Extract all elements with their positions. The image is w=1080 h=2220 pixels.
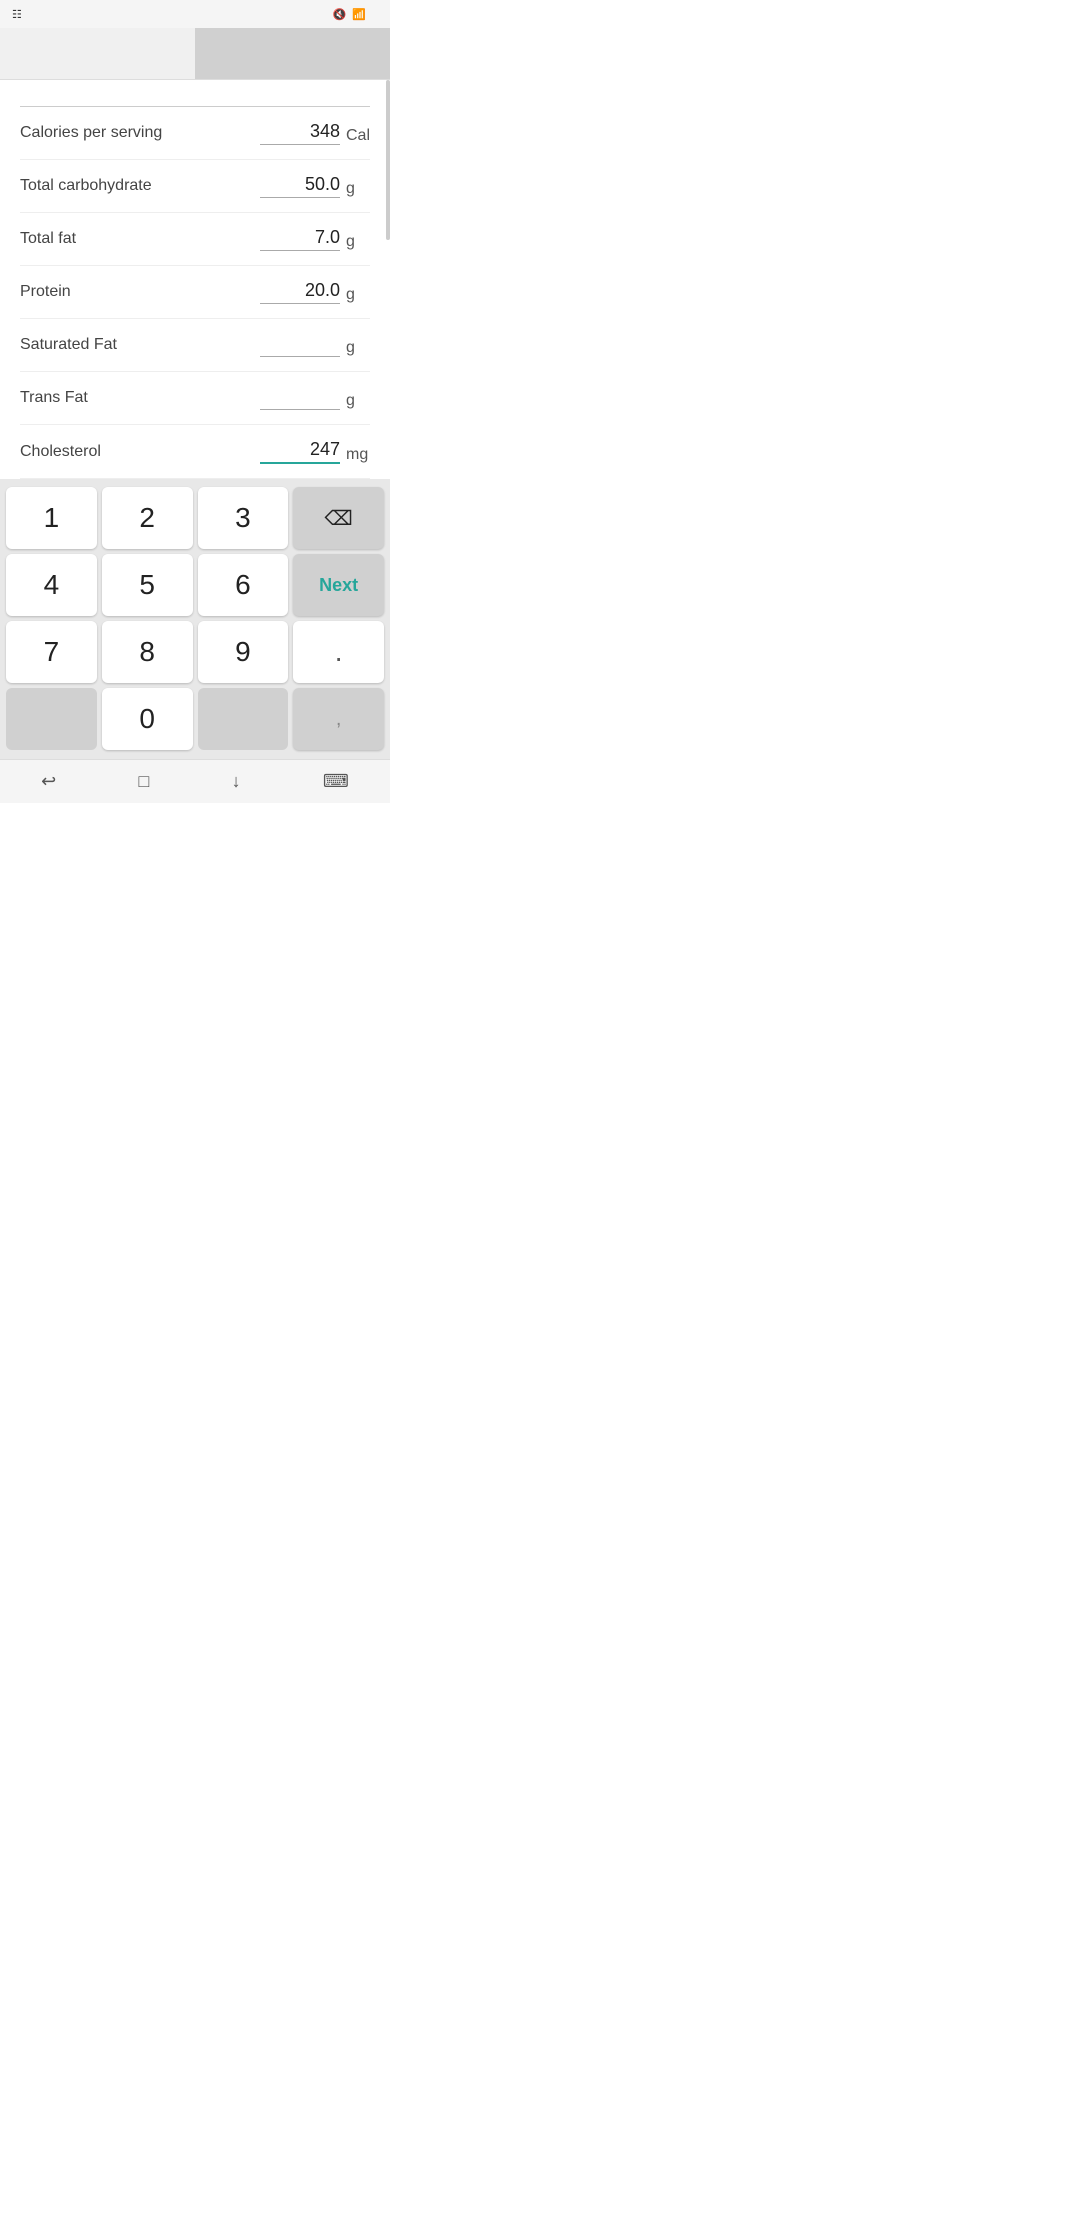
nutrition-unit: g	[346, 233, 370, 251]
key-button[interactable]: 6	[198, 554, 289, 616]
key-button[interactable]: ⌫	[293, 487, 384, 549]
nutrition-input-group: g	[260, 333, 370, 357]
nutrition-unit: g	[346, 286, 370, 304]
key-button[interactable]: 1	[6, 487, 97, 549]
key-button[interactable]: Next	[293, 554, 384, 616]
nav-keyboard-icon[interactable]: ⌨	[323, 771, 349, 792]
nutrition-input-group: g	[260, 280, 370, 304]
nutrition-unit: g	[346, 180, 370, 198]
key-button[interactable]: 4	[6, 554, 97, 616]
save-button[interactable]	[195, 28, 390, 79]
nutrition-input[interactable]	[260, 333, 340, 357]
nutrition-row: Trans Fat g	[20, 372, 370, 425]
nutrition-input-group: Cal	[260, 121, 370, 145]
nav-home-icon[interactable]: □	[138, 771, 149, 792]
nutrition-label: Total fat	[20, 230, 260, 248]
nutrition-label: Cholesterol	[20, 443, 260, 461]
nutrition-input[interactable]	[260, 227, 340, 251]
nutrition-row: Protein g	[20, 266, 370, 319]
key-button[interactable]: 7	[6, 621, 97, 683]
nutrition-input[interactable]	[260, 280, 340, 304]
nutrition-row: Total carbohydrate g	[20, 160, 370, 213]
nutrition-input[interactable]	[260, 174, 340, 198]
nutrition-label: Total carbohydrate	[20, 177, 260, 195]
key-button[interactable]: 3	[198, 487, 289, 549]
nutrition-rows: Calories per serving Cal Total carbohydrat…	[20, 107, 370, 479]
nav-down-icon[interactable]: ↓	[232, 771, 241, 792]
key-button[interactable]: ,	[293, 688, 384, 750]
wifi-icon: 📶	[352, 8, 366, 21]
keyboard-row: 789.	[6, 621, 384, 683]
nutrition-input-group: g	[260, 227, 370, 251]
nutrition-unit: mg	[346, 446, 370, 464]
keyboard-rows: 123⌫456Next789.0,	[6, 487, 384, 750]
nutrition-label: Trans Fat	[20, 389, 260, 407]
nutrition-row: Cholesterol mg	[20, 425, 370, 479]
scroll-indicator	[386, 80, 390, 240]
keyboard-row: 0,	[6, 688, 384, 750]
keyboard-area: 123⌫456Next789.0,	[0, 479, 390, 759]
cancel-button[interactable]	[0, 28, 195, 79]
nutrition-unit: g	[346, 392, 370, 410]
nutrition-input[interactable]	[260, 121, 340, 145]
key-button[interactable]: 2	[102, 487, 193, 549]
nutrition-input-group: g	[260, 386, 370, 410]
key-button[interactable]: 0	[102, 688, 193, 750]
nutrition-row: Calories per serving Cal	[20, 107, 370, 160]
nutrition-label: Protein	[20, 283, 260, 301]
nutrition-input[interactable]	[260, 439, 340, 464]
key-button	[6, 688, 97, 750]
nutrition-input-group: mg	[260, 439, 370, 464]
key-button[interactable]: 5	[102, 554, 193, 616]
keyboard-row: 456Next	[6, 554, 384, 616]
status-left-icon: ☷	[12, 8, 22, 21]
nav-back-icon[interactable]: ↩	[41, 771, 56, 792]
keyboard-row: 123⌫	[6, 487, 384, 549]
status-bar: ☷ 🔇 📶	[0, 0, 390, 28]
nutrition-label: Saturated Fat	[20, 336, 260, 354]
nutrition-label: Calories per serving	[20, 124, 260, 142]
nutrition-input-group: g	[260, 174, 370, 198]
food-name-field[interactable]	[20, 80, 370, 107]
nutrition-row: Total fat g	[20, 213, 370, 266]
nutrition-unit: g	[346, 339, 370, 357]
nav-bar: ↩ □ ↓ ⌨	[0, 759, 390, 803]
key-button[interactable]: 8	[102, 621, 193, 683]
form-area: Calories per serving Cal Total carbohydrat…	[0, 80, 390, 479]
action-bar	[0, 28, 390, 80]
nutrition-row: Saturated Fat g	[20, 319, 370, 372]
key-button	[198, 688, 289, 750]
key-button[interactable]: 9	[198, 621, 289, 683]
nutrition-input[interactable]	[260, 386, 340, 410]
nutrition-unit: Cal	[346, 127, 370, 145]
key-button[interactable]: .	[293, 621, 384, 683]
mute-icon: 🔇	[333, 8, 347, 21]
